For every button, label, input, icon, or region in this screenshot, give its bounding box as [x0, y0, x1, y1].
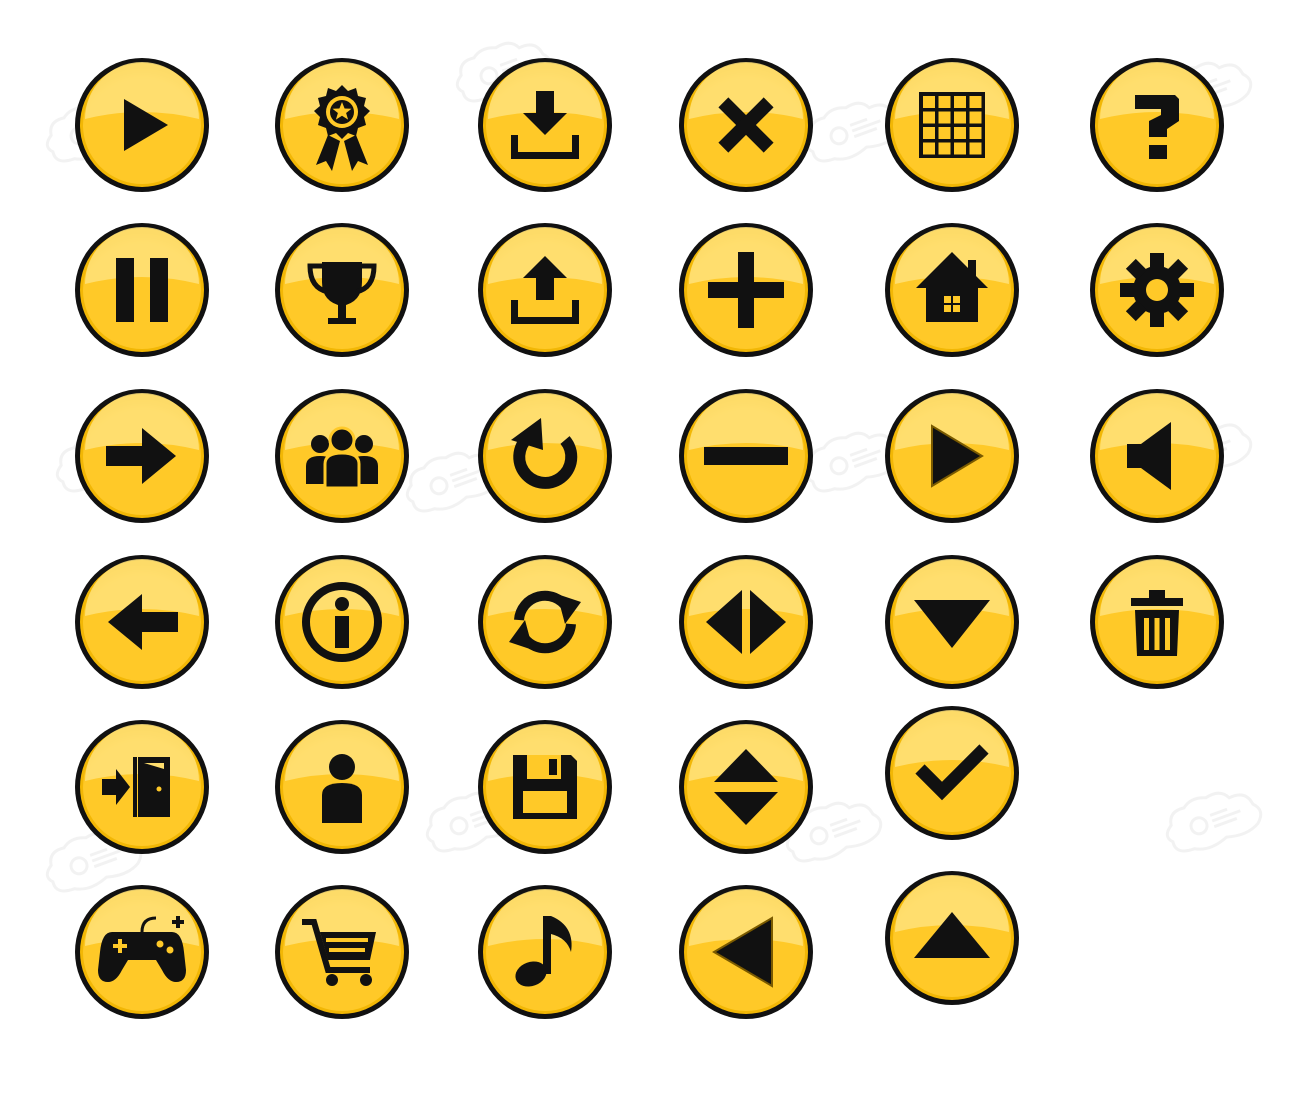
user-icon [275, 720, 409, 854]
minus-button[interactable] [675, 385, 817, 527]
home-button[interactable] [881, 219, 1023, 361]
refresh-button[interactable] [474, 551, 616, 693]
play-icon [75, 58, 209, 192]
music-note-icon [478, 885, 612, 1019]
award-ribbon-button[interactable] [271, 54, 413, 196]
shopping-cart-icon [275, 885, 409, 1019]
award-ribbon-icon [275, 58, 409, 192]
arrow-left-icon [75, 555, 209, 689]
watermark-icon [1153, 773, 1277, 867]
group-icon [275, 389, 409, 523]
trash-icon [1090, 555, 1224, 689]
triangle-left-icon [679, 885, 813, 1019]
triangle-up-button[interactable] [881, 867, 1023, 1009]
checkmark-icon [885, 706, 1019, 840]
arrow-right-icon [75, 389, 209, 523]
gamepad-icon [75, 885, 209, 1019]
triangle-up-icon [885, 871, 1019, 1005]
vertical-resize-button[interactable] [675, 716, 817, 858]
grid-icon [885, 58, 1019, 192]
close-icon [679, 58, 813, 192]
triangle-down-button[interactable] [881, 551, 1023, 693]
gamepad-button[interactable] [71, 881, 213, 1023]
gear-button[interactable] [1086, 219, 1228, 361]
music-note-button[interactable] [474, 881, 616, 1023]
pause-button[interactable] [71, 219, 213, 361]
restart-icon [478, 389, 612, 523]
arrow-left-button[interactable] [71, 551, 213, 693]
close-button[interactable] [675, 54, 817, 196]
vertical-resize-icon [679, 720, 813, 854]
refresh-icon [478, 555, 612, 689]
trophy-button[interactable] [271, 219, 413, 361]
horizontal-resize-button[interactable] [675, 551, 817, 693]
pause-icon [75, 223, 209, 357]
plus-icon [679, 223, 813, 357]
icon-sheet [0, 0, 1300, 1097]
trophy-icon [275, 223, 409, 357]
trash-button[interactable] [1086, 551, 1228, 693]
question-icon [1090, 58, 1224, 192]
play-outline-button[interactable] [881, 385, 1023, 527]
group-button[interactable] [271, 385, 413, 527]
speaker-button[interactable] [1086, 385, 1228, 527]
exit-door-icon [75, 720, 209, 854]
play-button[interactable] [71, 54, 213, 196]
plus-button[interactable] [675, 219, 817, 361]
upload-icon [478, 223, 612, 357]
horizontal-resize-icon [679, 555, 813, 689]
gear-icon [1090, 223, 1224, 357]
upload-button[interactable] [474, 219, 616, 361]
save-disk-icon [478, 720, 612, 854]
minus-icon [679, 389, 813, 523]
download-icon [478, 58, 612, 192]
triangle-down-icon [885, 555, 1019, 689]
checkmark-button[interactable] [881, 702, 1023, 844]
question-button[interactable] [1086, 54, 1228, 196]
grid-button[interactable] [881, 54, 1023, 196]
triangle-left-button[interactable] [675, 881, 817, 1023]
arrow-right-button[interactable] [71, 385, 213, 527]
speaker-icon [1090, 389, 1224, 523]
play-outline-icon [885, 389, 1019, 523]
home-icon [885, 223, 1019, 357]
download-button[interactable] [474, 54, 616, 196]
shopping-cart-button[interactable] [271, 881, 413, 1023]
restart-button[interactable] [474, 385, 616, 527]
save-disk-button[interactable] [474, 716, 616, 858]
info-icon [275, 555, 409, 689]
exit-door-button[interactable] [71, 716, 213, 858]
info-button[interactable] [271, 551, 413, 693]
user-button[interactable] [271, 716, 413, 858]
